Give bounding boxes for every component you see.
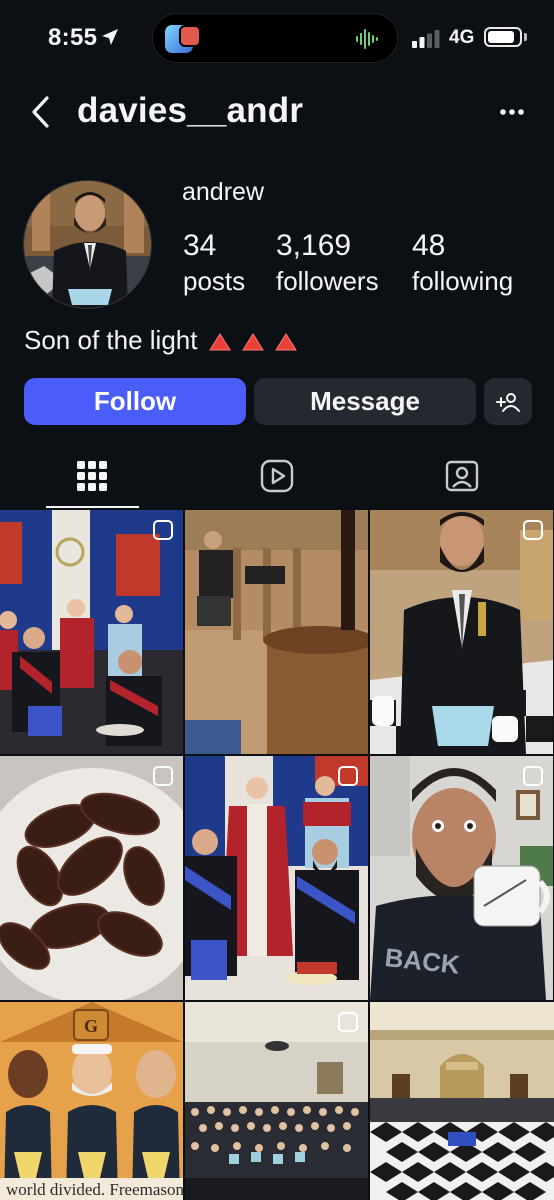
profile-username: davies__andr	[77, 91, 304, 130]
post-caption-strip: world divided. Freemasonry rem	[0, 1178, 183, 1200]
stat-followers[interactable]: 3,169 followers	[276, 228, 379, 298]
svg-text:G: G	[84, 1016, 98, 1036]
post-image	[0, 510, 183, 754]
follow-button[interactable]: Follow	[24, 378, 246, 425]
bio: Son of the light	[24, 325, 298, 356]
stat-following[interactable]: 48 following	[412, 228, 513, 298]
stat-following-value: 48	[412, 229, 446, 262]
post-image	[185, 510, 368, 754]
grid-icon	[77, 461, 107, 491]
add-person-icon	[496, 392, 520, 412]
chevron-left-icon[interactable]	[28, 94, 54, 130]
bio-text: Son of the light	[24, 325, 198, 355]
stat-following-label: following	[412, 266, 514, 296]
status-time: 8:55	[48, 24, 98, 51]
posts-grid: BACK G world divided. Freemason	[0, 510, 554, 1200]
post-lodge-group-seated[interactable]	[185, 756, 368, 1000]
message-button[interactable]: Message	[254, 378, 476, 425]
multiple-images-icon	[523, 520, 543, 540]
tab-reels[interactable]	[257, 456, 297, 496]
battery-tip	[524, 33, 527, 41]
post-image	[185, 756, 368, 1000]
avatar-photo	[24, 181, 151, 308]
post-image	[0, 756, 183, 1000]
signal-icon	[412, 30, 440, 48]
multiple-images-icon	[153, 766, 173, 786]
audio-wave-icon	[356, 29, 378, 49]
tab-posts-grid[interactable]	[72, 456, 112, 496]
island-app-icon-secondary	[179, 25, 201, 47]
stat-posts-value: 34	[183, 229, 217, 262]
post-lodge-hall-interior[interactable]	[370, 1002, 554, 1200]
tagged-icon	[445, 460, 479, 492]
post-man-in-regalia-portrait[interactable]	[370, 510, 553, 754]
stat-followers-value: 3,169	[276, 229, 352, 262]
post-image	[370, 510, 553, 754]
post-selfie-with-mug[interactable]: BACK	[370, 756, 553, 1000]
post-lodge-large-group[interactable]	[185, 1002, 368, 1200]
display-name: andrew	[182, 178, 264, 206]
battery-icon	[484, 27, 522, 47]
network-type: 4G	[449, 27, 475, 48]
multiple-images-icon	[153, 520, 173, 540]
tab-tagged[interactable]	[442, 456, 482, 496]
multiple-images-icon	[523, 766, 543, 786]
battery-fill	[488, 31, 514, 43]
status-bar: 8:55 4G	[0, 0, 554, 76]
multiple-images-icon	[338, 766, 358, 786]
multiple-images-icon	[338, 1012, 358, 1032]
suggest-people-button[interactable]	[484, 378, 532, 425]
reels-icon	[260, 459, 294, 493]
post-lodge-room-gavel[interactable]	[185, 510, 368, 754]
bio-emoji-group	[198, 331, 298, 351]
post-crabs-in-bowl[interactable]	[0, 756, 183, 1000]
post-lodge-group-photo[interactable]	[0, 510, 183, 754]
post-image: BACK	[370, 756, 553, 1000]
red-triangle-icon	[209, 332, 232, 350]
stat-posts[interactable]: 34 posts	[183, 228, 245, 298]
ellipsis-icon[interactable]	[498, 102, 526, 122]
avatar[interactable]	[23, 180, 152, 309]
post-image	[370, 1002, 554, 1200]
post-image: G	[0, 1002, 183, 1200]
dynamic-island[interactable]	[152, 13, 398, 63]
post-cartoon-three-men[interactable]: G world divided. Freemasonry rem	[0, 1002, 183, 1200]
location-arrow-icon	[102, 29, 118, 45]
stat-posts-label: posts	[183, 266, 246, 296]
red-triangle-icon	[242, 332, 265, 350]
red-triangle-icon	[275, 332, 298, 350]
active-tab-indicator	[46, 506, 139, 508]
stat-followers-label: followers	[276, 266, 379, 296]
